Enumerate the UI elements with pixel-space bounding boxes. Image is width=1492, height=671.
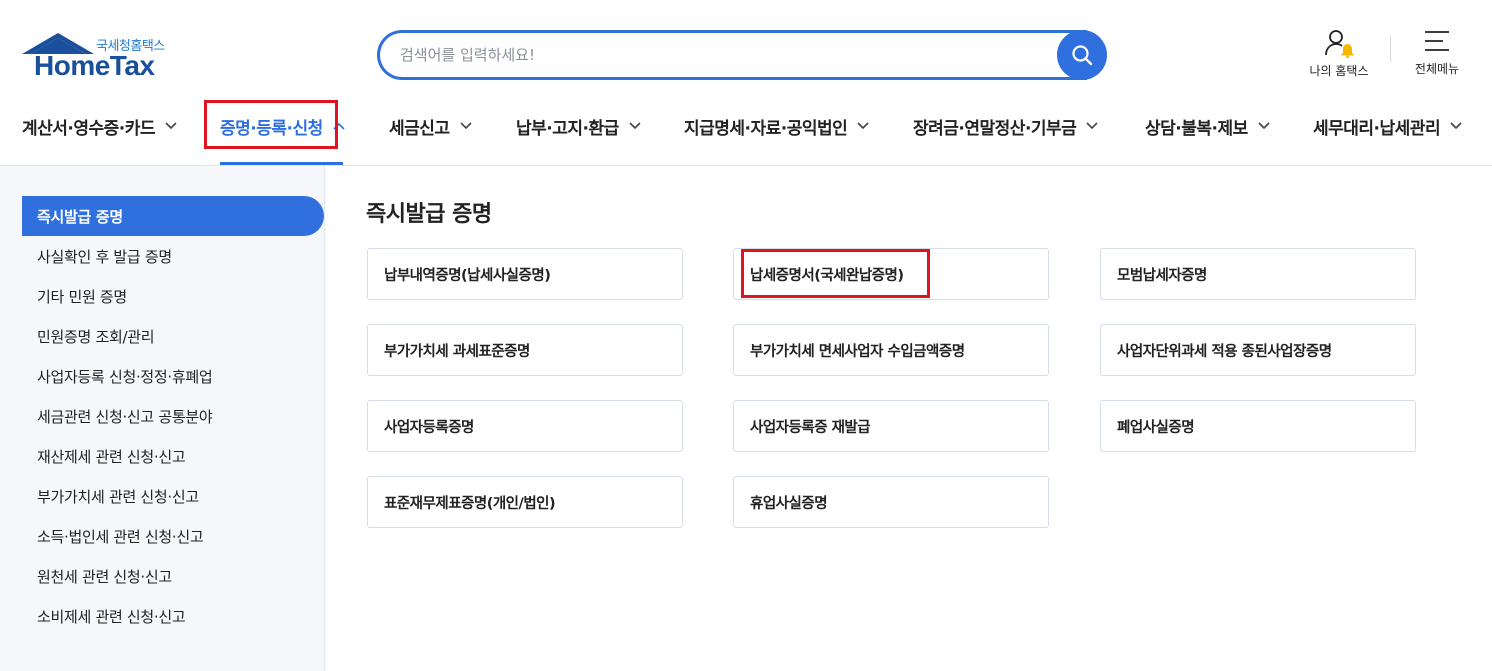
sidebar-item-income-corporate-tax[interactable]: 소득·법인세 관련 신청·신고: [22, 516, 324, 556]
card-label: 표준재무제표증명(개인/법인): [384, 495, 556, 512]
sidebar-item-label: 기타 민원 증명: [37, 287, 127, 306]
card-label: 사업자등록증 재발급: [750, 419, 871, 436]
sidebar-item-property-tax[interactable]: 재산제세 관련 신청·신고: [22, 436, 324, 476]
gnb-item-label: 납부·고지·환급: [516, 118, 619, 139]
page-title: 즉시발급 증명: [366, 202, 492, 227]
active-tab-underline: [220, 162, 343, 165]
card-label: 사업자단위과세 적용 종된사업장증명: [1117, 343, 1332, 360]
card-business-registration-certificate[interactable]: 사업자등록증명: [367, 400, 683, 452]
hamburger-menu-icon: [1425, 31, 1449, 51]
gnb-item-invoice-receipt-card[interactable]: 계산서·영수증·카드: [22, 96, 177, 156]
card-model-taxpayer-certificate[interactable]: 모범납세자증명: [1100, 248, 1416, 300]
sidebar-item-label: 재산제세 관련 신청·신고: [37, 447, 186, 466]
sidebar-item-label: 소비제세 관련 신청·신고: [37, 607, 186, 626]
header: 국세청홈택스 HomeTax 나의 홈택스 전체메뉴: [0, 0, 1492, 166]
card-vat-exempt-income-certificate[interactable]: 부가가치세 면세사업자 수입금액증명: [733, 324, 1049, 376]
gnb-item-label: 상담·불복·제보: [1145, 118, 1248, 139]
search-input[interactable]: [377, 30, 1077, 80]
card-business-registration-reissue[interactable]: 사업자등록증 재발급: [733, 400, 1049, 452]
gnb-item-label: 장려금·연말정산·기부금: [913, 118, 1077, 139]
card-subordinate-workplace-certificate[interactable]: 사업자단위과세 적용 종된사업장증명: [1100, 324, 1416, 376]
gnb-item-payment-statement[interactable]: 지급명세·자료·공익법인: [684, 96, 869, 156]
chevron-down-icon: [1258, 122, 1270, 130]
gnb-item-label: 지급명세·자료·공익법인: [684, 118, 848, 139]
gnb-item-label: 증명·등록·신청: [220, 118, 323, 139]
card-label: 모범납세자증명: [1117, 267, 1207, 284]
card-suspension-certificate[interactable]: 휴업사실증명: [733, 476, 1049, 528]
gnb-item-tax-agent[interactable]: 세무대리·납세관리: [1313, 96, 1462, 156]
gnb-item-tax-filing[interactable]: 세금신고: [389, 96, 472, 156]
chevron-up-icon: [333, 122, 345, 130]
card-label: 휴업사실증명: [750, 495, 828, 512]
search-icon: [1072, 45, 1093, 66]
chevron-down-icon: [165, 122, 177, 130]
sidebar: 즉시발급 증명 사실확인 후 발급 증명 기타 민원 증명 민원증명 조회/관리…: [0, 166, 325, 671]
card-label: 부가가치세 면세사업자 수입금액증명: [750, 343, 965, 360]
sidebar-item-label: 부가가치세 관련 신청·신고: [37, 487, 199, 506]
my-hometax-label: 나의 홈택스: [1309, 64, 1369, 78]
card-closure-certificate[interactable]: 폐업사실증명: [1100, 400, 1416, 452]
sidebar-item-label: 사업자등록 신청·정정·휴폐업: [37, 367, 213, 386]
card-vat-tax-base-certificate[interactable]: 부가가치세 과세표준증명: [367, 324, 683, 376]
sidebar-item-vat[interactable]: 부가가치세 관련 신청·신고: [22, 476, 324, 516]
sidebar-item-consumption-tax[interactable]: 소비제세 관련 신청·신고: [22, 596, 324, 636]
chevron-down-icon: [629, 122, 641, 130]
sidebar-item-business-registration[interactable]: 사업자등록 신청·정정·휴폐업: [22, 356, 324, 396]
logo-title: HomeTax: [34, 50, 155, 81]
main-navigation: 계산서·영수증·카드 증명·등록·신청 세금신고 납부·고지·환급 지급명세·자…: [0, 96, 1492, 166]
card-label: 부가가치세 과세표준증명: [384, 343, 530, 360]
user-bell-icon: [1325, 30, 1354, 58]
sidebar-item-label: 세금관련 신청·신고 공통분야: [37, 407, 213, 426]
sidebar-item-label: 소득·법인세 관련 신청·신고: [37, 527, 204, 546]
hometax-logo[interactable]: 국세청홈택스 HomeTax: [20, 30, 180, 82]
gnb-item-consult-appeal[interactable]: 상담·불복·제보: [1145, 96, 1270, 156]
chevron-down-icon: [459, 122, 472, 130]
sidebar-item-label: 민원증명 조회/관리: [37, 327, 155, 346]
card-label: 폐업사실증명: [1117, 419, 1195, 436]
sidebar-item-withholding-tax[interactable]: 원천세 관련 신청·신고: [22, 556, 324, 596]
gnb-item-label: 세금신고: [389, 118, 450, 139]
all-menu-button[interactable]: 전체메뉴: [1405, 28, 1469, 84]
sidebar-item-instant-certificate[interactable]: 즉시발급 증명: [22, 196, 324, 236]
sidebar-item-verified-certificate[interactable]: 사실확인 후 발급 증명: [22, 236, 324, 276]
gnb-item-certificate-registration[interactable]: 증명·등록·신청: [220, 96, 345, 156]
card-label: 납세증명서(국세완납증명): [750, 267, 904, 284]
gnb-item-label: 세무대리·납세관리: [1313, 118, 1441, 139]
my-hometax-button[interactable]: 나의 홈택스: [1300, 28, 1378, 84]
sidebar-item-label: 즉시발급 증명: [37, 207, 123, 226]
sidebar-item-common-tax[interactable]: 세금관련 신청·신고 공통분야: [22, 396, 324, 436]
card-label: 사업자등록증명: [384, 419, 474, 436]
card-financial-statement-certificate[interactable]: 표준재무제표증명(개인/법인): [367, 476, 683, 528]
chevron-down-icon: [1450, 122, 1462, 130]
sidebar-item-label: 원천세 관련 신청·신고: [37, 567, 172, 586]
gnb-item-incentive-yearend[interactable]: 장려금·연말정산·기부금: [913, 96, 1098, 156]
all-menu-label: 전체메뉴: [1414, 62, 1460, 76]
search-button[interactable]: [1057, 30, 1107, 80]
search-bar: [377, 30, 1109, 80]
card-label: 납부내역증명(납세사실증명): [384, 267, 551, 284]
gnb-item-label: 계산서·영수증·카드: [22, 118, 156, 139]
gnb-item-payment-refund[interactable]: 납부·고지·환급: [516, 96, 641, 156]
header-divider: [1390, 36, 1391, 62]
chevron-down-icon: [857, 122, 869, 130]
card-tax-payment-certificate[interactable]: 납세증명서(국세완납증명): [733, 248, 1049, 300]
sidebar-item-label: 사실확인 후 발급 증명: [37, 247, 172, 266]
card-payment-history-certificate[interactable]: 납부내역증명(납세사실증명): [367, 248, 683, 300]
sidebar-item-certificate-manage[interactable]: 민원증명 조회/관리: [22, 316, 324, 356]
sidebar-item-other-certificate[interactable]: 기타 민원 증명: [22, 276, 324, 316]
chevron-down-icon: [1086, 122, 1098, 130]
